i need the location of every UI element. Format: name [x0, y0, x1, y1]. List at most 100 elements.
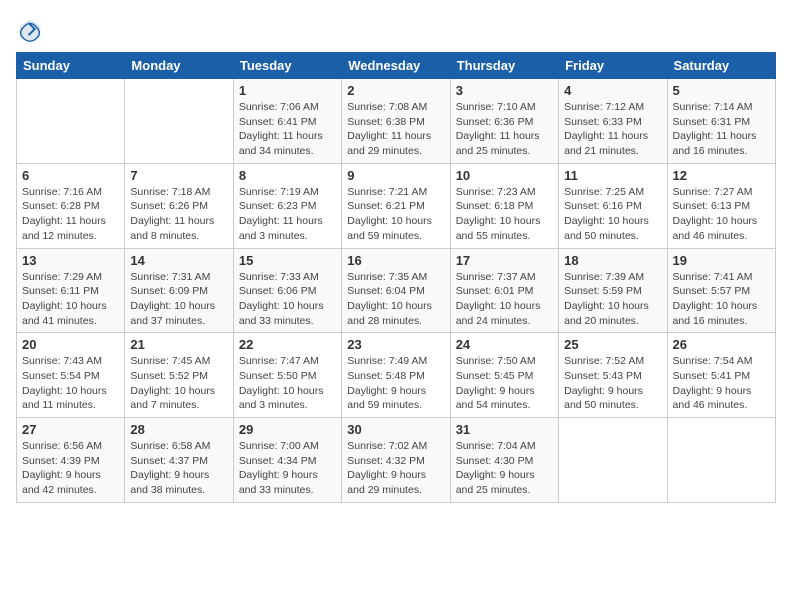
calendar-cell: 20 Sunrise: 7:43 AM Sunset: 5:54 PM Dayli…: [17, 333, 125, 418]
logo-icon: [16, 16, 44, 44]
calendar-cell: 2 Sunrise: 7:08 AM Sunset: 6:38 PM Daylig…: [342, 79, 450, 164]
day-info: Sunrise: 7:00 AM Sunset: 4:34 PM Dayligh…: [239, 439, 336, 498]
weekday-header-row: SundayMondayTuesdayWednesdayThursdayFrid…: [17, 53, 776, 79]
calendar-cell: 27 Sunrise: 6:56 AM Sunset: 4:39 PM Dayli…: [17, 418, 125, 503]
calendar-week-4: 20 Sunrise: 7:43 AM Sunset: 5:54 PM Dayli…: [17, 333, 776, 418]
calendar-cell: 10 Sunrise: 7:23 AM Sunset: 6:18 PM Dayli…: [450, 163, 558, 248]
calendar-cell: 18 Sunrise: 7:39 AM Sunset: 5:59 PM Dayli…: [559, 248, 667, 333]
calendar-cell: 8 Sunrise: 7:19 AM Sunset: 6:23 PM Daylig…: [233, 163, 341, 248]
day-number: 8: [239, 168, 336, 183]
day-info: Sunrise: 7:35 AM Sunset: 6:04 PM Dayligh…: [347, 270, 444, 329]
day-info: Sunrise: 7:54 AM Sunset: 5:41 PM Dayligh…: [673, 354, 770, 413]
weekday-header-thursday: Thursday: [450, 53, 558, 79]
day-info: Sunrise: 7:18 AM Sunset: 6:26 PM Dayligh…: [130, 185, 227, 244]
day-info: Sunrise: 6:56 AM Sunset: 4:39 PM Dayligh…: [22, 439, 119, 498]
day-number: 2: [347, 83, 444, 98]
day-number: 22: [239, 337, 336, 352]
day-info: Sunrise: 7:33 AM Sunset: 6:06 PM Dayligh…: [239, 270, 336, 329]
day-number: 28: [130, 422, 227, 437]
day-number: 17: [456, 253, 553, 268]
day-info: Sunrise: 7:06 AM Sunset: 6:41 PM Dayligh…: [239, 100, 336, 159]
calendar-cell: 3Sunrise: 7:10 AM Sunset: 6:36 PM Daylig…: [450, 79, 558, 164]
day-info: Sunrise: 7:04 AM Sunset: 4:30 PM Dayligh…: [456, 439, 553, 498]
calendar-cell: 26 Sunrise: 7:54 AM Sunset: 5:41 PM Dayli…: [667, 333, 775, 418]
calendar-cell: [559, 418, 667, 503]
day-info: Sunrise: 7:43 AM Sunset: 5:54 PM Dayligh…: [22, 354, 119, 413]
day-info: Sunrise: 7:02 AM Sunset: 4:32 PM Dayligh…: [347, 439, 444, 498]
calendar-cell: 30Sunrise: 7:02 AM Sunset: 4:32 PM Dayli…: [342, 418, 450, 503]
calendar-cell: 24Sunrise: 7:50 AM Sunset: 5:45 PM Dayli…: [450, 333, 558, 418]
day-number: 18: [564, 253, 661, 268]
day-number: 12: [673, 168, 770, 183]
weekday-header-monday: Monday: [125, 53, 233, 79]
calendar-week-1: 1 Sunrise: 7:06 AM Sunset: 6:41 PM Daylig…: [17, 79, 776, 164]
calendar-header: SundayMondayTuesdayWednesdayThursdayFrid…: [17, 53, 776, 79]
weekday-header-tuesday: Tuesday: [233, 53, 341, 79]
day-number: 23: [347, 337, 444, 352]
day-number: 26: [673, 337, 770, 352]
day-number: 6: [22, 168, 119, 183]
day-info: Sunrise: 7:39 AM Sunset: 5:59 PM Dayligh…: [564, 270, 661, 329]
day-number: 4: [564, 83, 661, 98]
day-info: Sunrise: 7:25 AM Sunset: 6:16 PM Dayligh…: [564, 185, 661, 244]
day-info: Sunrise: 6:58 AM Sunset: 4:37 PM Dayligh…: [130, 439, 227, 498]
weekday-header-wednesday: Wednesday: [342, 53, 450, 79]
day-info: Sunrise: 7:45 AM Sunset: 5:52 PM Dayligh…: [130, 354, 227, 413]
calendar-cell: [17, 79, 125, 164]
day-info: Sunrise: 7:37 AM Sunset: 6:01 PM Dayligh…: [456, 270, 553, 329]
calendar-cell: 9Sunrise: 7:21 AM Sunset: 6:21 PM Daylig…: [342, 163, 450, 248]
day-info: Sunrise: 7:52 AM Sunset: 5:43 PM Dayligh…: [564, 354, 661, 413]
calendar-cell: 5 Sunrise: 7:14 AM Sunset: 6:31 PM Daylig…: [667, 79, 775, 164]
day-number: 21: [130, 337, 227, 352]
calendar-week-5: 27 Sunrise: 6:56 AM Sunset: 4:39 PM Dayli…: [17, 418, 776, 503]
day-number: 11: [564, 168, 661, 183]
day-info: Sunrise: 7:12 AM Sunset: 6:33 PM Dayligh…: [564, 100, 661, 159]
calendar-cell: 1 Sunrise: 7:06 AM Sunset: 6:41 PM Daylig…: [233, 79, 341, 164]
day-info: Sunrise: 7:47 AM Sunset: 5:50 PM Dayligh…: [239, 354, 336, 413]
day-number: 15: [239, 253, 336, 268]
logo: [16, 16, 48, 44]
calendar-cell: 16 Sunrise: 7:35 AM Sunset: 6:04 PM Dayli…: [342, 248, 450, 333]
day-info: Sunrise: 7:49 AM Sunset: 5:48 PM Dayligh…: [347, 354, 444, 413]
day-info: Sunrise: 7:41 AM Sunset: 5:57 PM Dayligh…: [673, 270, 770, 329]
day-info: Sunrise: 7:16 AM Sunset: 6:28 PM Dayligh…: [22, 185, 119, 244]
day-number: 14: [130, 253, 227, 268]
calendar-cell: 14 Sunrise: 7:31 AM Sunset: 6:09 PM Dayli…: [125, 248, 233, 333]
calendar-cell: 25 Sunrise: 7:52 AM Sunset: 5:43 PM Dayli…: [559, 333, 667, 418]
weekday-header-saturday: Saturday: [667, 53, 775, 79]
day-info: Sunrise: 7:27 AM Sunset: 6:13 PM Dayligh…: [673, 185, 770, 244]
calendar-week-3: 13 Sunrise: 7:29 AM Sunset: 6:11 PM Dayli…: [17, 248, 776, 333]
day-info: Sunrise: 7:23 AM Sunset: 6:18 PM Dayligh…: [456, 185, 553, 244]
day-info: Sunrise: 7:10 AM Sunset: 6:36 PM Dayligh…: [456, 100, 553, 159]
day-number: 25: [564, 337, 661, 352]
day-number: 16: [347, 253, 444, 268]
calendar-cell: 19 Sunrise: 7:41 AM Sunset: 5:57 PM Dayli…: [667, 248, 775, 333]
day-number: 1: [239, 83, 336, 98]
calendar-cell: 15 Sunrise: 7:33 AM Sunset: 6:06 PM Dayli…: [233, 248, 341, 333]
day-number: 5: [673, 83, 770, 98]
day-info: Sunrise: 7:21 AM Sunset: 6:21 PM Dayligh…: [347, 185, 444, 244]
calendar-body: 1 Sunrise: 7:06 AM Sunset: 6:41 PM Daylig…: [17, 79, 776, 503]
calendar-cell: [667, 418, 775, 503]
calendar-table: SundayMondayTuesdayWednesdayThursdayFrid…: [16, 52, 776, 503]
calendar-cell: 29 Sunrise: 7:00 AM Sunset: 4:34 PM Dayli…: [233, 418, 341, 503]
calendar-cell: 23 Sunrise: 7:49 AM Sunset: 5:48 PM Dayli…: [342, 333, 450, 418]
day-number: 7: [130, 168, 227, 183]
day-number: 24: [456, 337, 553, 352]
day-info: Sunrise: 7:14 AM Sunset: 6:31 PM Dayligh…: [673, 100, 770, 159]
day-number: 20: [22, 337, 119, 352]
day-number: 13: [22, 253, 119, 268]
calendar-cell: 22 Sunrise: 7:47 AM Sunset: 5:50 PM Dayli…: [233, 333, 341, 418]
day-number: 29: [239, 422, 336, 437]
calendar-cell: 6 Sunrise: 7:16 AM Sunset: 6:28 PM Daylig…: [17, 163, 125, 248]
day-info: Sunrise: 7:08 AM Sunset: 6:38 PM Dayligh…: [347, 100, 444, 159]
calendar-cell: 13 Sunrise: 7:29 AM Sunset: 6:11 PM Dayli…: [17, 248, 125, 333]
calendar-cell: 7 Sunrise: 7:18 AM Sunset: 6:26 PM Daylig…: [125, 163, 233, 248]
day-number: 19: [673, 253, 770, 268]
day-info: Sunrise: 7:31 AM Sunset: 6:09 PM Dayligh…: [130, 270, 227, 329]
day-info: Sunrise: 7:29 AM Sunset: 6:11 PM Dayligh…: [22, 270, 119, 329]
day-number: 10: [456, 168, 553, 183]
calendar-cell: 21 Sunrise: 7:45 AM Sunset: 5:52 PM Dayli…: [125, 333, 233, 418]
day-info: Sunrise: 7:19 AM Sunset: 6:23 PM Dayligh…: [239, 185, 336, 244]
day-number: 27: [22, 422, 119, 437]
